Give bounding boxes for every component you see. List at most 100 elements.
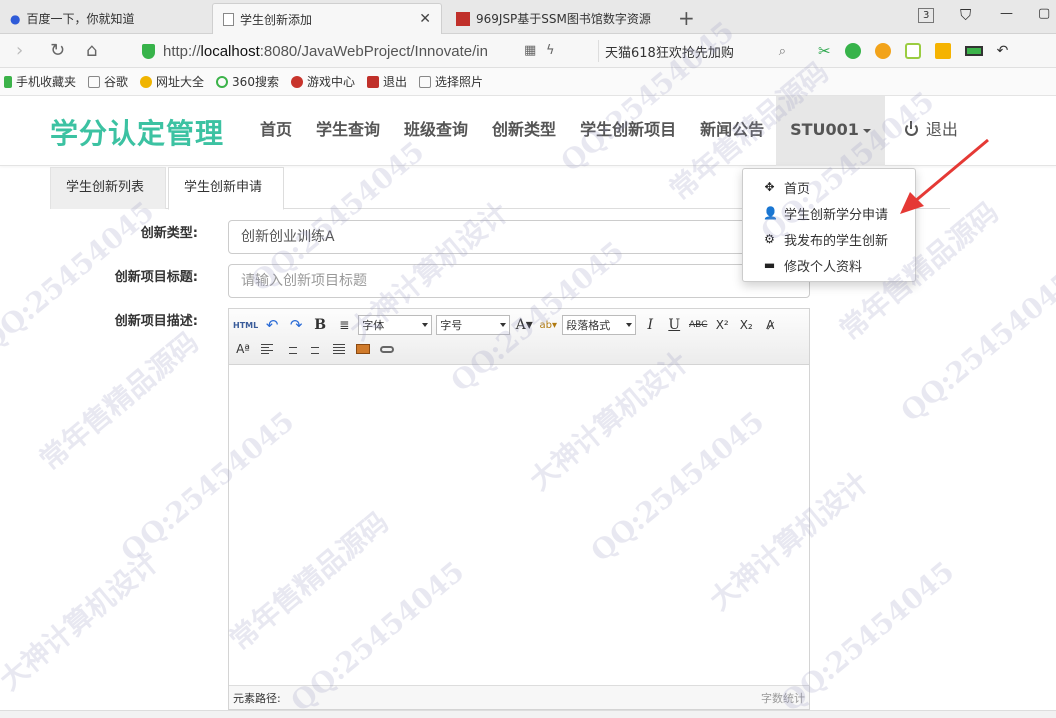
bookmark-label: 选择照片	[434, 75, 483, 89]
extension-icons: ✂ ↶	[818, 42, 1008, 60]
chevron-down-icon	[500, 323, 507, 327]
search-icon[interactable]: ⌕	[779, 44, 786, 59]
paragraph-format-select[interactable]: 段落格式	[562, 315, 637, 335]
innovation-type-label: 创新类型:	[140, 226, 198, 241]
translate-icon[interactable]	[844, 43, 861, 59]
user-icon: 👤	[763, 206, 778, 220]
forward-icon[interactable]: ›	[16, 40, 23, 61]
html-source-button[interactable]: HTML	[233, 315, 258, 335]
align-center-icon[interactable]	[305, 339, 325, 359]
tab-student-innovation-apply[interactable]: 学生创新申请	[168, 167, 284, 210]
subscript-icon[interactable]: X₂	[736, 315, 756, 335]
dropdown-label: 首页	[784, 181, 811, 197]
italic-icon[interactable]: I	[640, 315, 660, 335]
move-icon: ✥	[764, 180, 775, 194]
nav-class-query[interactable]: 班级查询	[392, 96, 480, 166]
tab-title: 百度一下，你就知道	[26, 12, 135, 26]
scissors-icon[interactable]: ✂	[818, 42, 831, 60]
insert-image-icon[interactable]	[353, 339, 373, 359]
undo-icon[interactable]: ↶	[262, 315, 282, 335]
dropdown-label: 我发布的学生创新	[784, 233, 889, 249]
dropdown-item-profile[interactable]: ▬ 修改个人资料	[743, 252, 915, 278]
highlight-icon[interactable]: ab▾	[538, 315, 558, 335]
insert-link-icon[interactable]	[377, 339, 397, 359]
tab-count-badge[interactable]: 3	[918, 8, 935, 23]
bold-icon[interactable]: B	[310, 315, 330, 335]
bookmark-google[interactable]: 谷歌	[88, 73, 128, 90]
word-count-label: 字数统计	[761, 691, 805, 705]
undo-icon[interactable]: ↶	[997, 43, 1009, 59]
bookmark-games[interactable]: 游戏中心	[290, 73, 355, 90]
new-tab-icon[interactable]: +	[678, 6, 695, 30]
bookmark-label: 360搜索	[232, 75, 279, 89]
dropdown-item-my-projects[interactable]: ⚙ 我发布的学生创新	[743, 226, 915, 252]
dropdown-label: 修改个人资料	[784, 259, 863, 275]
lightning-icon[interactable]: ϟ	[546, 43, 555, 58]
format-select-label: 段落格式	[566, 319, 611, 332]
bookmark-mobile[interactable]: 手机收藏夹	[4, 73, 76, 90]
maximize-icon[interactable]: ▢	[1038, 6, 1050, 21]
browser-tab-baidu[interactable]: ● 百度一下，你就知道	[0, 3, 210, 34]
rich-text-editor: HTML ↶ ↷ B ≣ 字体 字号 A▾ ab▾ 段落格式 I U ABC X…	[228, 308, 810, 710]
coupon-icon[interactable]	[874, 43, 891, 59]
browser-status-bar	[0, 710, 1056, 718]
editor-body[interactable]	[229, 365, 809, 685]
nav-home[interactable]: 首页	[248, 96, 304, 166]
redo-icon[interactable]: ↷	[286, 315, 306, 335]
emoji-icon[interactable]	[904, 43, 921, 59]
url-host: localhost	[200, 42, 260, 60]
nav-student-query[interactable]: 学生查询	[304, 96, 392, 166]
bookmarks-bar: 手机收藏夹 谷歌 网址大全 360搜索 游戏中心 退出 选择照片	[0, 68, 1056, 96]
align-justify-icon[interactable]	[329, 339, 349, 359]
dropdown-label: 学生创新学分申请	[784, 207, 889, 223]
innovation-type-select[interactable]: 创新创业训练A	[228, 220, 810, 254]
align-left-icon[interactable]	[257, 339, 277, 359]
nav-student-projects[interactable]: 学生创新项目	[568, 96, 688, 166]
shirt-icon[interactable]: ⛉	[960, 6, 971, 24]
browser-tab-active[interactable]: 学生创新添加 ✕	[212, 3, 442, 34]
globe-icon	[140, 75, 153, 88]
bookmark-exit[interactable]: 退出	[366, 73, 407, 90]
project-desc-label: 创新项目描述:	[114, 314, 198, 329]
search-suggestion: 天猫618狂欢抢先加购	[605, 45, 734, 61]
minimize-icon[interactable]: —	[1000, 6, 1013, 21]
nav-news[interactable]: 新闻公告	[688, 96, 776, 166]
superscript-icon[interactable]: X²	[712, 315, 732, 335]
page-icon	[88, 75, 101, 88]
bookmark-label: 游戏中心	[306, 75, 355, 89]
reload-icon[interactable]: ↻	[50, 40, 65, 61]
underline-icon[interactable]: U	[664, 315, 684, 335]
battery-icon[interactable]	[964, 46, 983, 56]
font-color-icon[interactable]: A▾	[514, 315, 534, 335]
chevron-down-icon	[626, 323, 633, 327]
paw-icon: ●	[10, 11, 21, 26]
home-icon[interactable]: ⌂	[86, 40, 97, 61]
browser-tab-library[interactable]: 969JSP基于SSM图书馆数字资源	[446, 3, 666, 34]
bookmark-360[interactable]: 360搜索	[216, 73, 279, 90]
text-style-icon[interactable]: Aª	[233, 339, 253, 359]
align-right-icon[interactable]	[281, 339, 301, 359]
page-icon	[418, 75, 431, 88]
tab-student-innovation-list[interactable]: 学生创新列表	[50, 167, 166, 209]
grid-icon[interactable]: ▦	[524, 43, 536, 58]
main-nav: 首页 学生查询 班级查询 创新类型 学生创新项目 新闻公告 STU001 退出	[248, 96, 970, 166]
url-path: :8080/JavaWebProject/Innovate/in	[259, 42, 488, 60]
site-brand[interactable]: 学分认定管理	[50, 112, 224, 152]
clear-format-icon[interactable]: ≣	[334, 315, 354, 335]
bookmark-sites[interactable]: 网址大全	[140, 73, 204, 90]
user-name: STU001	[790, 120, 859, 139]
strikethrough-icon[interactable]: ABC	[688, 315, 708, 335]
format-painter-icon[interactable]: A̷	[760, 315, 780, 335]
close-tab-icon[interactable]: ✕	[419, 11, 431, 27]
phone-icon	[4, 75, 12, 88]
user-menu-toggle[interactable]: STU001	[776, 96, 885, 166]
apps-icon[interactable]	[934, 43, 951, 59]
font-family-select[interactable]: 字体	[358, 315, 433, 335]
url-field[interactable]: http://localhost:8080/JavaWebProject/Inn…	[136, 38, 586, 64]
bookmark-label: 手机收藏夹	[16, 75, 77, 89]
project-title-input[interactable]: 请输入创新项目标题	[228, 264, 810, 298]
nav-innovation-type[interactable]: 创新类型	[480, 96, 568, 166]
browser-search-box[interactable]: 天猫618狂欢抢先加购 ⌕	[598, 40, 792, 62]
font-size-select[interactable]: 字号	[436, 315, 511, 335]
bookmark-photos[interactable]: 选择照片	[418, 73, 483, 90]
